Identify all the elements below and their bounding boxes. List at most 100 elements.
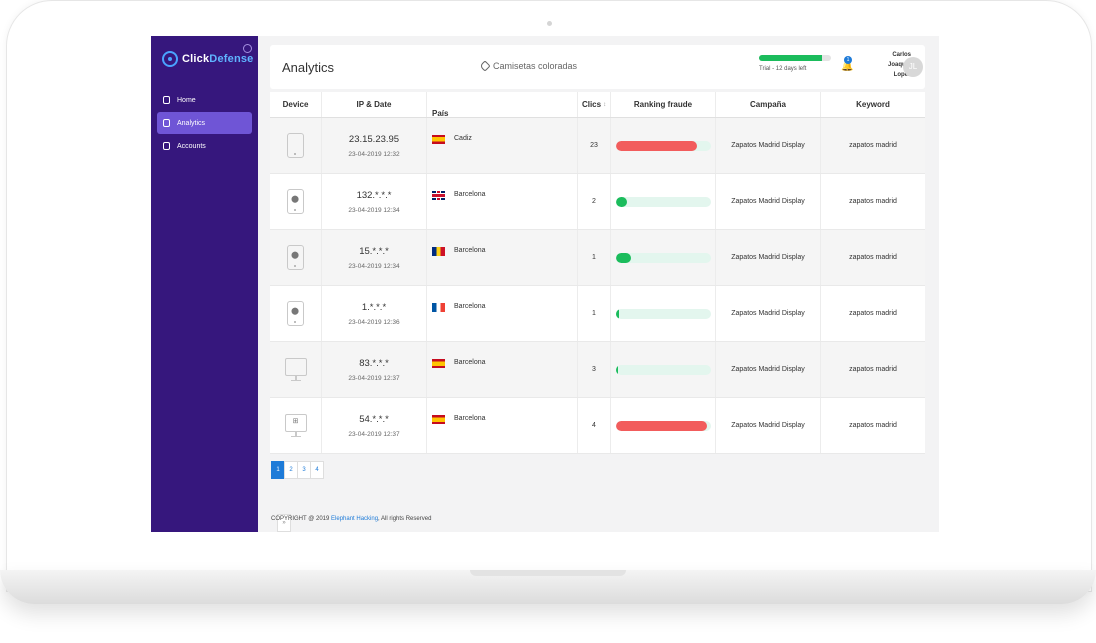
brand-name-a: Click (182, 53, 210, 65)
footer-link[interactable]: Elephant Hacking (331, 516, 378, 522)
column-header[interactable]: IP & Date (322, 92, 427, 117)
click-date: 23-04-2019 12:36 (348, 318, 400, 326)
home-button (294, 209, 296, 211)
country-name: Barcelona (454, 303, 486, 310)
pagination: «‹1234›» (271, 461, 324, 532)
click-date: 23-04-2019 12:32 (348, 150, 400, 158)
fraud-ranking-cell (611, 342, 716, 397)
table-row[interactable]: 83.*.*.* 23-04-2019 12:37 Barcelona 3 Zapato… (270, 342, 925, 398)
mobile-android-icon: ⬤ (287, 189, 304, 214)
table-row[interactable]: ⬤ 1.*.*.* 23-04-2019 12:36 Barcelona 1 Zapato… (270, 286, 925, 342)
brand-name-b: Defense (209, 53, 254, 65)
table-row[interactable]: ⬤ 15.*.*.* 23-04-2019 12:34 Barcelona 1 Zapat… (270, 230, 925, 286)
mobile-apple-icon (287, 133, 304, 158)
column-header-label: Keyword (856, 100, 890, 109)
column-header[interactable]: Device (270, 92, 322, 117)
ip-address: 83.*.*.* (359, 357, 389, 369)
page-button-4[interactable]: 4 (310, 461, 324, 479)
app-screen: ClickDefense Home Analytics Accounts Analy… (151, 36, 939, 532)
ip-address: 23.15.23.95 (348, 133, 400, 145)
column-header[interactable]: País (427, 92, 578, 118)
column-header[interactable]: Clics ↕ (578, 92, 611, 117)
table-row[interactable]: ⬤ 132.*.*.* 23-04-2019 12:34 Barcelona 2 Zapa… (270, 174, 925, 230)
ip-date-cell: 15.*.*.* 23-04-2019 12:34 (322, 230, 427, 285)
campaign-name: Zapatos Madrid Display (716, 118, 821, 173)
sort-icon[interactable]: ↕ (603, 102, 606, 108)
footer-rights: , All rights Reserved (378, 516, 432, 522)
avatar[interactable]: JL (903, 57, 923, 77)
ip-address: 1.*.*.* (361, 301, 387, 313)
sidebar-nav: Home Analytics Accounts (157, 89, 252, 158)
campaign-name: Zapatos Madrid Display (716, 230, 821, 285)
fraud-ranking-fill (615, 252, 631, 263)
home-icon (163, 96, 170, 104)
column-header-label: País (432, 109, 449, 118)
sidebar-collapse-icon[interactable] (243, 44, 252, 53)
device-os-glyph (291, 140, 299, 148)
clicks-count: 1 (578, 286, 611, 341)
keyword: zapatos madrid (849, 310, 897, 317)
logo-icon (162, 51, 178, 67)
keyword: zapatos madrid (849, 422, 897, 429)
fraud-ranking-fill (615, 364, 619, 375)
country-name: Barcelona (454, 359, 486, 366)
analytics-icon (163, 119, 170, 127)
clicks-count: 23 (578, 118, 611, 173)
fraud-ranking-bar (615, 420, 711, 431)
sidebar-item-accounts[interactable]: Accounts (157, 135, 252, 157)
sidebar-item-label: Accounts (177, 142, 206, 150)
column-header-label: Device (282, 100, 309, 109)
footer-copyright: COPYRIGHT @ 2019 (271, 516, 330, 522)
ip-date-cell: 23.15.23.95 23-04-2019 12:32 (322, 118, 427, 173)
click-date: 23-04-2019 12:34 (348, 262, 400, 270)
flag-es-icon (432, 135, 445, 144)
page-button-2[interactable]: 2 (284, 461, 298, 479)
fraud-ranking-cell (611, 118, 716, 173)
ip-date-cell: 83.*.*.* 23-04-2019 12:37 (322, 342, 427, 397)
sidebar: ClickDefense Home Analytics Accounts (151, 36, 258, 532)
trial-text: Trial - 12 days left (759, 66, 807, 72)
tag-icon (479, 60, 491, 72)
fraud-ranking-cell (611, 398, 716, 453)
fraud-ranking-cell (611, 286, 716, 341)
clicks-count: 2 (578, 174, 611, 229)
home-button (294, 321, 296, 323)
device-cell: ⬤ (270, 230, 322, 285)
keyword: zapatos madrid (849, 142, 897, 149)
fraud-ranking-bar (615, 364, 711, 375)
clicks-count: 4 (578, 398, 611, 453)
main-content: Analytics Camisetas coloradas Trial - 12… (258, 36, 939, 532)
click-date: 23-04-2019 12:37 (348, 430, 400, 438)
notification-badge: 1 (844, 56, 852, 64)
campaign-name: Zapatos Madrid Display (716, 342, 821, 397)
campaign-selector[interactable]: Camisetas coloradas (479, 60, 577, 72)
brand-logo[interactable]: ClickDefense (162, 51, 254, 67)
mobile-android-icon: ⬤ (287, 245, 304, 270)
home-button (294, 153, 296, 155)
device-os-glyph: ⬤ (291, 308, 299, 315)
country-cell: Cadiz (427, 118, 578, 173)
sidebar-item-analytics[interactable]: Analytics (157, 112, 252, 134)
ip-date-cell: 54.*.*.* 23-04-2019 12:37 (322, 398, 427, 453)
page-button-3[interactable]: 3 (297, 461, 311, 479)
page-header: Analytics Camisetas coloradas Trial - 12… (270, 45, 925, 89)
ip-address: 15.*.*.* (359, 245, 389, 257)
clicks-count: 3 (578, 342, 611, 397)
country-cell: Barcelona (427, 174, 578, 229)
table-row[interactable]: 23.15.23.95 23-04-2019 12:32 Cadiz 23 Zapato… (270, 118, 925, 174)
campaign-name: Zapatos Madrid Display (716, 398, 821, 453)
home-button (294, 265, 296, 267)
device-cell: ⬤ (270, 174, 322, 229)
click-date: 23-04-2019 12:34 (348, 206, 400, 214)
sidebar-item-home[interactable]: Home (157, 89, 252, 111)
column-header[interactable]: Keyword (821, 92, 925, 117)
table-row[interactable]: ⊞ 54.*.*.* 23-04-2019 12:37 Barcelona 4 Zapat… (270, 398, 925, 454)
column-header[interactable]: Campaña (716, 92, 821, 117)
column-header[interactable]: Ranking fraude (611, 92, 716, 117)
ip-date-cell: 132.*.*.* 23-04-2019 12:34 (322, 174, 427, 229)
fraud-ranking-cell (611, 174, 716, 229)
clicks-table: Device IP & Date País Clics ↕ Ranking fraude C… (270, 92, 925, 454)
device-cell (270, 118, 322, 173)
page-button-1[interactable]: 1 (271, 461, 285, 479)
keyword: zapatos madrid (849, 198, 897, 205)
